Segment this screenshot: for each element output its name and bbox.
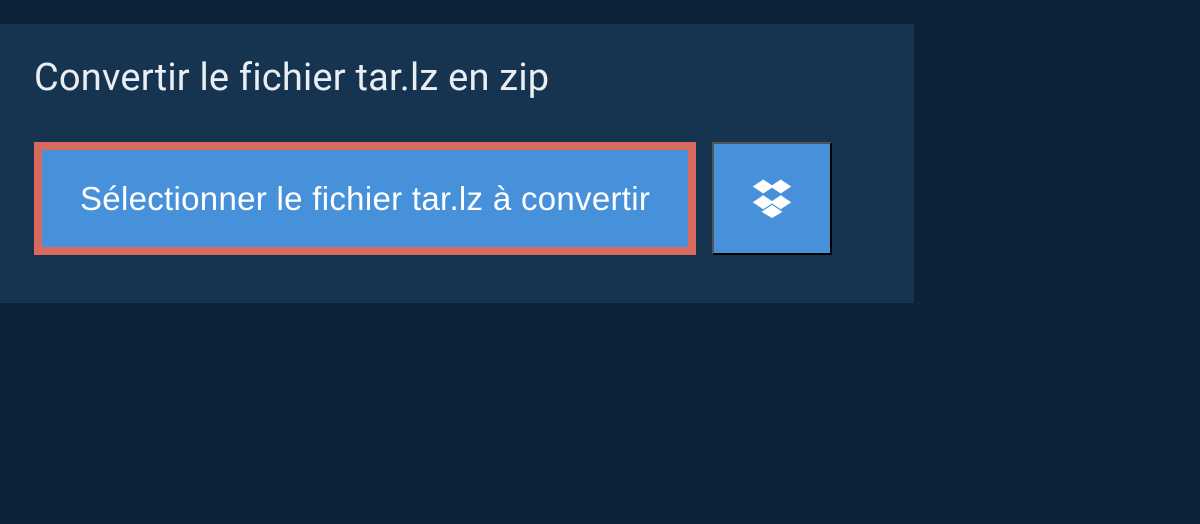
- converter-panel: Convertir le fichier tar.lz en zip Sélec…: [0, 24, 914, 303]
- select-file-button[interactable]: Sélectionner le fichier tar.lz à convert…: [34, 142, 696, 255]
- title-container: Convertir le fichier tar.lz en zip: [0, 24, 597, 128]
- dropbox-button[interactable]: [712, 142, 832, 255]
- dropbox-icon: [751, 176, 793, 221]
- page-title: Convertir le fichier tar.lz en zip: [34, 56, 549, 100]
- action-row: Sélectionner le fichier tar.lz à convert…: [34, 142, 914, 255]
